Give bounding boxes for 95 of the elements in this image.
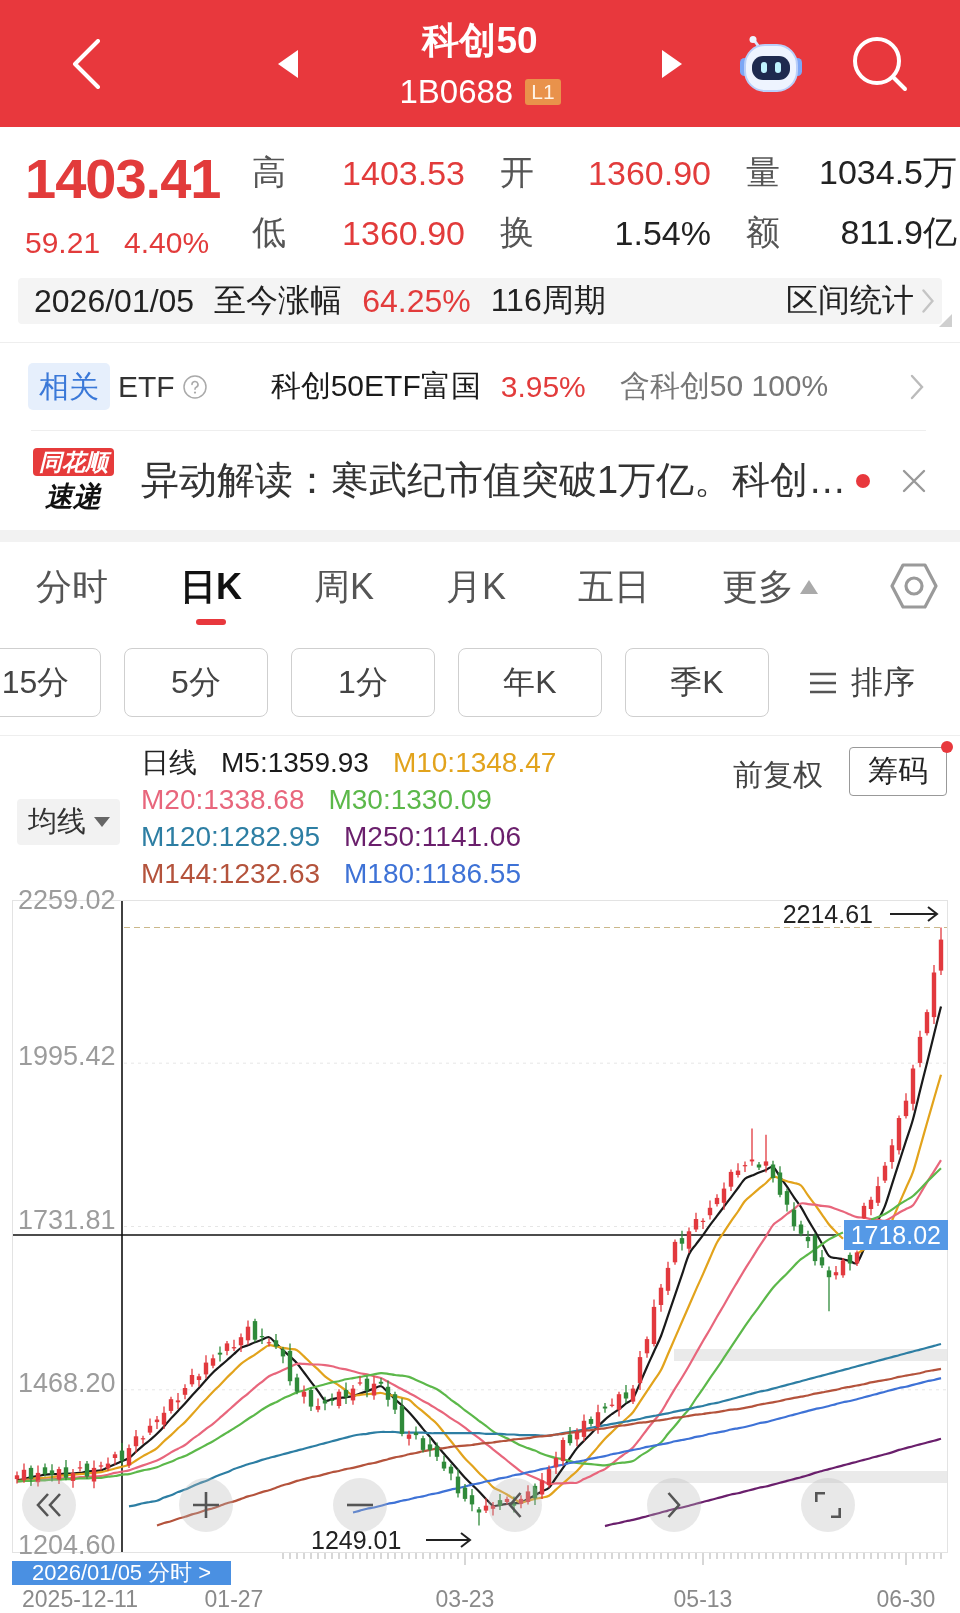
settings-icon[interactable] (890, 563, 939, 609)
logo-text: 速递 (45, 479, 101, 514)
period-label: 日线 (141, 746, 197, 780)
chevron-right-icon (922, 289, 934, 313)
ma-value: M10:1348.47 (392, 746, 557, 780)
level-badge: L1 (525, 78, 561, 105)
range-start-date: 2026/01/05 (34, 282, 195, 320)
ma-dropdown[interactable]: 均线 (17, 799, 120, 845)
triangle-right-icon[interactable] (662, 49, 682, 78)
close-icon[interactable] (902, 468, 926, 493)
stat-label: 换 (500, 212, 534, 253)
adjustment-label[interactable]: 前复权 (733, 758, 823, 792)
triangle-up-icon (800, 580, 819, 594)
x-axis-label: 06-30 (876, 1586, 936, 1612)
minus-icon (347, 1503, 373, 1507)
etf-label: ETF (118, 369, 175, 404)
jump-start-button[interactable] (22, 1478, 76, 1532)
ma-value: M120:1282.95 (141, 820, 321, 854)
interval-chip[interactable]: 季K (625, 648, 769, 717)
interval-chip[interactable]: 1分 (291, 648, 435, 717)
range-stats-link[interactable]: 区间统计 (786, 279, 934, 323)
y-axis-label: 1731.81 (18, 1204, 116, 1235)
chevron-left-icon (508, 1492, 522, 1518)
stock-title: 科创50 (422, 18, 538, 63)
double-chevron-icon (36, 1493, 62, 1517)
period-tab[interactable]: 月K (446, 565, 507, 609)
arrow-icon (889, 906, 939, 922)
range-change: 64.25% (362, 282, 471, 320)
corners-icon (815, 1492, 841, 1518)
fullscreen-button[interactable] (801, 1478, 855, 1532)
crosshair-price-badge: 1718.02 (843, 1220, 948, 1250)
ma-value: M5:1359.93 (221, 746, 369, 780)
back-icon[interactable] (72, 38, 100, 89)
max-price-label: 2214.61 (782, 900, 873, 928)
scroll-left-button[interactable] (488, 1478, 542, 1532)
period-tab[interactable]: 更多 (722, 565, 819, 609)
ma-value: M180:1186.55 (344, 857, 521, 891)
stat-value: 1360.90 (588, 153, 711, 193)
corner-triangle-icon (939, 314, 952, 327)
search-icon[interactable] (852, 35, 908, 92)
scroll-right-button[interactable] (647, 1478, 701, 1532)
news-headline[interactable]: 异动解读：寒武纪市值突破1万亿。科创… (141, 455, 847, 506)
ma-value: M144:1232.63 (141, 857, 321, 891)
holding-ratio: 含科创50 100% (619, 368, 829, 404)
stat-label: 高 (252, 152, 286, 193)
stat-label: 开 (500, 152, 534, 193)
y-axis-label: 2259.02 (18, 886, 116, 915)
period-tab[interactable]: 日K (180, 565, 242, 625)
y-axis-label: 1468.20 (18, 1367, 116, 1398)
fund-name[interactable]: 科创50ETF富国 (270, 366, 481, 407)
sort-button[interactable]: 排序 (809, 648, 915, 717)
stat-label: 低 (252, 212, 286, 253)
period-tab[interactable]: 五日 (578, 565, 651, 609)
zoom-in-button[interactable] (179, 1478, 233, 1532)
logo-banner: 同花顺 (32, 447, 114, 476)
period-count: 116周期 (490, 281, 606, 320)
y-axis-label: 1204.60 (18, 1530, 116, 1560)
min-price-label: 1249.01 (311, 1526, 402, 1554)
fund-change: 3.95% (500, 369, 586, 404)
stat-value: 1.54% (614, 213, 711, 253)
related-tag: 相关 (28, 363, 110, 410)
ma-value: M250:1141.06 (344, 820, 521, 854)
plus-icon (193, 1492, 219, 1518)
stat-label: 额 (746, 212, 780, 253)
last-price: 1403.41 (25, 149, 222, 209)
period-tab[interactable]: 周K (314, 565, 374, 609)
y-axis-label: 1995.42 (18, 1041, 116, 1072)
three-lines-icon (809, 671, 837, 694)
interval-chip[interactable]: 5分 (124, 648, 268, 717)
x-axis-label: 05-13 (673, 1586, 733, 1612)
chips-button[interactable]: 筹码 (849, 747, 947, 796)
triangle-left-icon[interactable] (278, 49, 298, 78)
stat-value: 1034.5万 (819, 152, 957, 193)
stat-value: 811.9亿 (840, 212, 957, 253)
chevron-right-icon (667, 1492, 681, 1518)
x-axis-label: 2025-12-11 (22, 1586, 138, 1612)
stat-label: 量 (746, 152, 780, 193)
interval-chip[interactable]: 15分 (0, 648, 101, 717)
stat-value: 1360.90 (342, 213, 465, 253)
price-change: 59.21 (25, 225, 101, 261)
x-axis-label: 03-23 (435, 1586, 495, 1612)
period-tab[interactable]: 分时 (36, 565, 108, 609)
range-label: 至今涨幅 (214, 281, 343, 320)
ma-value: M20:1338.68 (141, 783, 305, 817)
stock-code: 1B0688 (399, 74, 514, 109)
interval-chip[interactable]: 年K (458, 648, 602, 717)
caret-down-icon (93, 817, 110, 827)
zoom-out-button[interactable] (333, 1478, 387, 1532)
x-axis-label: 01-27 (204, 1586, 264, 1612)
ma-value: M30:1330.09 (328, 783, 492, 817)
help-icon[interactable] (182, 374, 207, 399)
arrow-icon (425, 1532, 472, 1548)
percent-change: 4.40% (124, 225, 210, 261)
robot-icon[interactable] (740, 35, 802, 92)
stat-value: 1403.53 (342, 153, 465, 193)
